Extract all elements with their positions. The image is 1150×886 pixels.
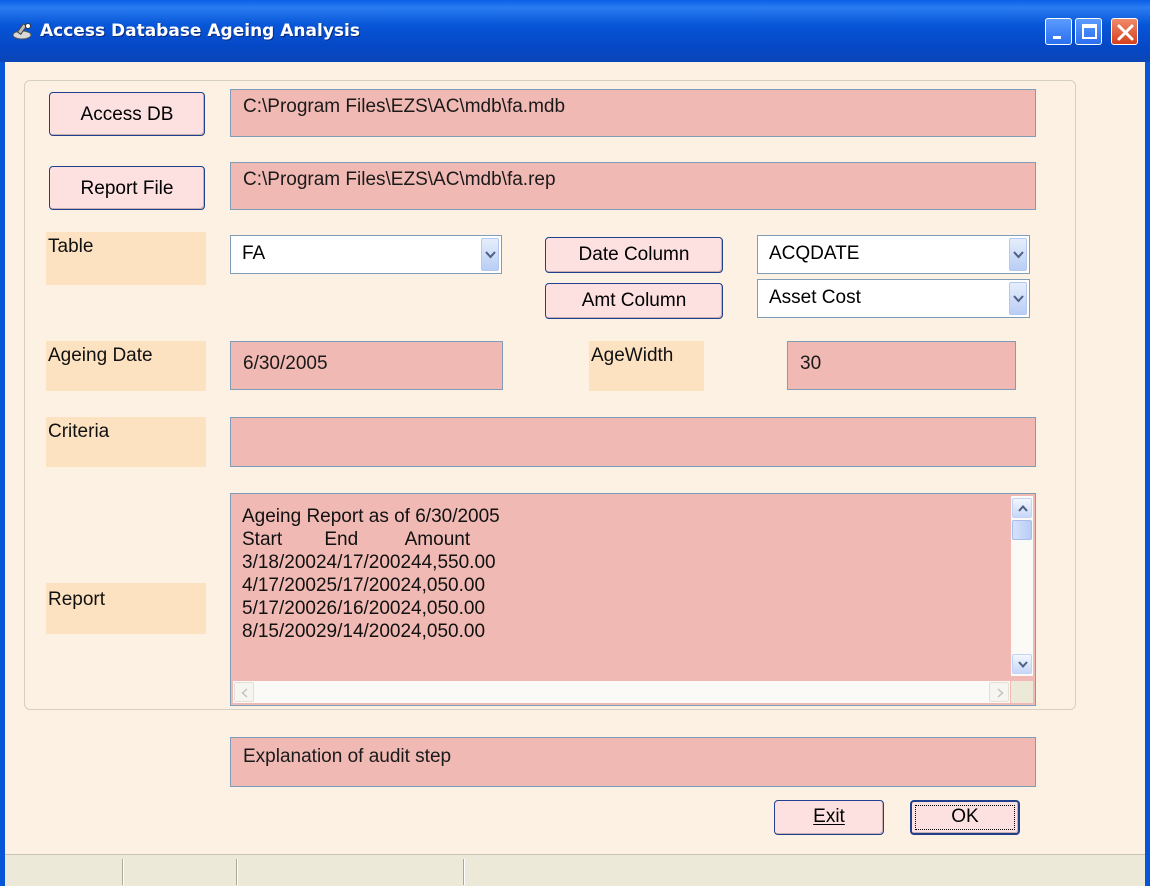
window-frame-right [1145,62,1150,886]
ok-button[interactable]: OK [910,800,1020,835]
date-column-button[interactable]: Date Column [545,237,723,273]
date-column-combobox[interactable]: ACQDATE [757,235,1030,274]
ageing-date-label: Ageing Date [46,341,206,391]
access-db-button-label: Access DB [80,104,174,125]
report-line: 5/17/20026/16/20024,050.00 [242,598,486,619]
status-bar [5,854,1145,886]
amt-column-dropdown-button[interactable] [1009,282,1027,315]
access-db-path-field[interactable]: C:\Program Files\EZS\AC\mdb\fa.mdb [230,89,1036,137]
chevron-down-icon [1013,294,1024,302]
chevron-up-icon [1018,505,1028,512]
app-icon[interactable] [12,22,34,40]
table-combobox[interactable]: FA [230,235,502,274]
report-text: Ageing Report as of 6/30/2005 Start End A… [242,505,500,643]
scroll-right-button[interactable] [989,682,1009,702]
chevron-down-icon [1013,250,1024,258]
scroll-up-button[interactable] [1012,498,1032,518]
age-width-label: AgeWidth [589,341,704,391]
amt-column-button-label: Amt Column [581,290,687,311]
chevron-down-icon [485,250,496,258]
table-combobox-value: FA [242,243,266,264]
report-line: 8/15/20029/14/20024,050.00 [242,621,486,642]
date-column-combobox-value: ACQDATE [769,243,860,264]
window-title: Access Database Ageing Analysis [40,21,360,41]
title-bar[interactable]: Access Database Ageing Analysis [0,0,1150,62]
criteria-field[interactable] [230,417,1036,467]
amt-column-combobox[interactable]: Asset Cost [757,279,1030,318]
scroll-down-button[interactable] [1012,654,1032,674]
explanation-value: Explanation of audit step [243,746,452,767]
report-line: Ageing Report as of 6/30/2005 [242,506,500,527]
exit-button[interactable]: Exit [774,800,884,835]
scroll-left-button[interactable] [234,682,254,702]
minimize-icon [1053,36,1061,39]
ageing-date-label-text: Ageing Date [48,345,153,366]
amt-column-combobox-value: Asset Cost [769,287,861,308]
chevron-right-icon [997,688,1004,698]
amt-column-button[interactable]: Amt Column [545,283,723,319]
report-label: Report [46,583,206,634]
age-width-field[interactable]: 30 [787,341,1016,390]
access-db-button[interactable]: Access DB [49,92,205,136]
criteria-label: Criteria [46,417,206,467]
ageing-date-field[interactable]: 6/30/2005 [230,341,503,390]
report-line: Start End Amount [242,529,471,550]
explanation-field[interactable]: Explanation of audit step [230,737,1036,787]
chevron-down-icon [1018,661,1028,668]
report-vertical-scrollbar[interactable] [1011,496,1033,676]
scrollbar-corner [1011,681,1033,703]
report-file-button-label: Report File [80,178,174,199]
report-file-path-field[interactable]: C:\Program Files\EZS\AC\mdb\fa.rep [230,162,1036,210]
close-icon [1117,24,1134,41]
status-separator [463,859,465,885]
report-line: 4/17/20025/17/20024,050.00 [242,575,486,596]
exit-button-label: Exit [813,806,845,827]
scroll-thumb[interactable] [1012,520,1032,540]
maximize-button[interactable] [1075,18,1102,45]
report-label-text: Report [48,589,106,610]
age-width-label-text: AgeWidth [591,345,674,366]
minimize-button[interactable] [1045,18,1072,45]
criteria-label-text: Criteria [48,421,110,442]
ok-button-label: OK [951,806,979,827]
status-separator [122,859,124,885]
date-column-dropdown-button[interactable] [1009,238,1027,271]
ageing-date-value: 6/30/2005 [243,353,328,374]
status-separator [236,859,238,885]
report-line: 3/18/20024/17/200244,550.00 [242,552,496,573]
report-file-button[interactable]: Report File [49,166,205,210]
report-file-path-value: C:\Program Files\EZS\AC\mdb\fa.rep [243,169,556,190]
table-dropdown-button[interactable] [481,238,499,271]
table-label-text: Table [48,236,94,257]
report-horizontal-scrollbar[interactable] [233,681,1010,703]
chevron-left-icon [241,688,248,698]
access-db-path-value: C:\Program Files\EZS\AC\mdb\fa.mdb [243,96,566,117]
table-label: Table [46,232,206,285]
close-button[interactable] [1111,18,1138,45]
report-textarea[interactable]: Ageing Report as of 6/30/2005 Start End A… [230,493,1036,706]
date-column-button-label: Date Column [578,244,690,265]
age-width-value: 30 [800,353,822,374]
